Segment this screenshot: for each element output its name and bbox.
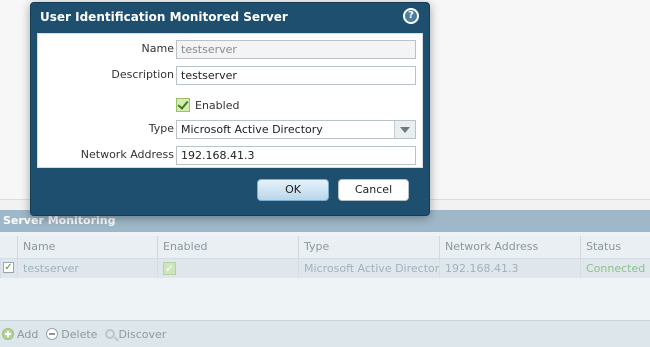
column-header-network-address[interactable]: Network Address: [439, 236, 580, 258]
row-status: Connected: [580, 259, 650, 278]
network-address-field[interactable]: [176, 146, 416, 165]
column-header-select: [0, 236, 17, 258]
table-toolbar: Add Delete Discover: [0, 320, 650, 347]
discover-button[interactable]: Discover: [105, 328, 166, 341]
add-icon: [2, 328, 14, 340]
type-label: Type: [148, 122, 174, 135]
description-field[interactable]: [176, 66, 416, 85]
discover-label: Discover: [118, 327, 167, 341]
type-row: Type Microsoft Active Directory: [38, 118, 424, 140]
row-name[interactable]: testserver: [17, 259, 157, 278]
network-address-label: Network Address: [80, 148, 174, 161]
enabled-checkbox-row[interactable]: Enabled: [176, 95, 239, 115]
description-row: Description: [38, 64, 424, 86]
column-header-name[interactable]: Name: [17, 236, 157, 258]
type-select-value: Microsoft Active Directory: [181, 123, 323, 136]
column-header-type[interactable]: Type: [298, 236, 439, 258]
name-row: Name: [38, 38, 424, 60]
chevron-down-icon: [400, 127, 410, 133]
row-enabled: ✓: [157, 259, 298, 278]
row-type: Microsoft Active Directory: [298, 259, 439, 278]
name-field[interactable]: [176, 40, 416, 59]
server-monitoring-panel: Server Monitoring Name Enabled Type Netw…: [0, 210, 650, 347]
enabled-checkbox[interactable]: [176, 98, 190, 112]
monitored-server-dialog: User Identification Monitored Server ? N…: [30, 2, 430, 216]
description-label: Description: [111, 68, 174, 81]
add-label: Add: [17, 327, 39, 341]
column-header-enabled[interactable]: Enabled: [157, 236, 298, 258]
type-select[interactable]: Microsoft Active Directory: [176, 120, 416, 139]
enabled-check-icon: ✓: [163, 262, 176, 275]
delete-icon: [46, 328, 59, 340]
enabled-label: Enabled: [195, 98, 240, 112]
magnifier-icon: [105, 329, 116, 339]
name-label: Name: [141, 42, 174, 55]
table-row[interactable]: ✓ testserver ✓ Microsoft Active Director…: [0, 259, 650, 278]
row-select-cell: ✓: [0, 259, 17, 278]
ok-button[interactable]: OK: [257, 179, 329, 201]
column-header-status[interactable]: Status: [580, 236, 650, 258]
table-header-row: Name Enabled Type Network Address Status: [0, 236, 650, 259]
dialog-title: User Identification Monitored Server: [40, 10, 288, 24]
network-address-row: Network Address: [38, 144, 424, 166]
dropdown-button[interactable]: [394, 121, 415, 138]
dialog-form: Name Description Enabled Type Microsoft …: [37, 33, 423, 168]
row-select-checkbox[interactable]: ✓: [3, 262, 14, 273]
delete-label: Delete: [61, 327, 98, 341]
add-button[interactable]: Add: [2, 328, 38, 341]
row-network-address: 192.168.41.3: [439, 259, 580, 278]
help-icon[interactable]: ?: [403, 8, 419, 24]
cancel-button[interactable]: Cancel: [338, 179, 409, 201]
delete-button[interactable]: Delete: [46, 328, 97, 341]
